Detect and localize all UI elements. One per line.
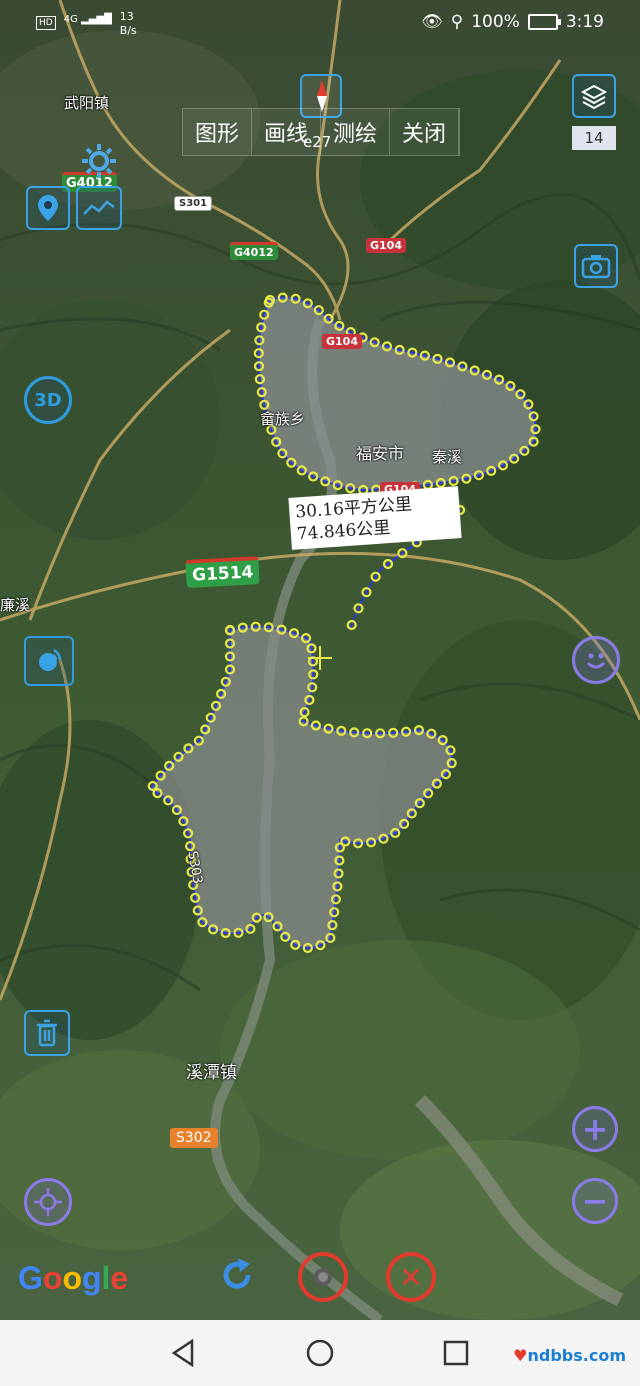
- zoom-in-icon[interactable]: +: [572, 1106, 618, 1152]
- town-label-shexiang: 畲族乡: [260, 410, 306, 428]
- location-pin-icon[interactable]: [26, 186, 70, 230]
- town-label-lianxi: 廉溪: [0, 596, 31, 614]
- road-shield-g104: G104: [366, 238, 406, 253]
- target-icon[interactable]: [24, 1178, 72, 1226]
- draw-toolbar: 图形 画线 测绘 关闭 e27: [182, 108, 460, 156]
- network-speed: 13 B/s: [119, 10, 137, 37]
- tab-close[interactable]: 关闭: [390, 109, 459, 155]
- google-logo: Google: [18, 1260, 129, 1296]
- signal-icon[interactable]: [24, 636, 74, 686]
- status-bar: HD 4G ▂▄▆█ 13 B/s 👁 ⚲ 100% 3:19: [0, 0, 640, 48]
- layers-icon[interactable]: [572, 74, 616, 118]
- city-label-fuan: 福安市: [356, 444, 405, 463]
- location-status-icon: ⚲: [450, 12, 464, 32]
- town-label-xitan: 溪潭镇: [186, 1063, 237, 1083]
- tab-measure[interactable]: 测绘: [321, 109, 390, 155]
- gear-icon[interactable]: [76, 138, 122, 184]
- town-label-wuyang: 武阳镇: [64, 94, 110, 112]
- system-nav-bar: ♥ndbbs.com: [0, 1320, 640, 1386]
- road-shield-s302: S302: [170, 1128, 218, 1148]
- road-shield-g104-b: G104: [322, 334, 362, 349]
- track-icon[interactable]: [76, 186, 122, 230]
- road-shield-g4012-b: G4012: [230, 242, 278, 260]
- cancel-icon[interactable]: ✕: [386, 1252, 436, 1302]
- 3d-icon[interactable]: 3D: [24, 376, 72, 424]
- recent-apps-icon[interactable]: [441, 1338, 471, 1368]
- battery-icon: [527, 14, 561, 30]
- district-label-qinxi: 秦溪: [432, 448, 463, 466]
- home-icon[interactable]: [305, 1338, 335, 1368]
- zoom-out-icon[interactable]: −: [572, 1178, 618, 1224]
- smile-icon[interactable]: [572, 636, 620, 684]
- road-shield-g1514: G1514: [185, 556, 260, 588]
- battery-percent: 100%: [471, 12, 520, 32]
- refresh-icon[interactable]: [216, 1254, 258, 1296]
- hd-indicator: HD: [36, 16, 56, 30]
- tab-shape[interactable]: 图形: [183, 109, 252, 155]
- overlay-text: e27: [303, 133, 332, 151]
- camera-icon[interactable]: [574, 244, 618, 288]
- back-icon[interactable]: [168, 1338, 198, 1368]
- zoom-level-badge: 14: [572, 126, 616, 150]
- record-icon[interactable]: [298, 1252, 348, 1302]
- road-shield-s301: S301: [174, 196, 213, 211]
- network-indicator: 4G ▂▄▆█: [63, 14, 112, 25]
- trash-icon[interactable]: [24, 1010, 70, 1056]
- clock: 3:19: [565, 12, 604, 32]
- watermark: ♥ndbbs.com: [513, 1346, 626, 1365]
- eye-icon: 👁: [421, 12, 443, 32]
